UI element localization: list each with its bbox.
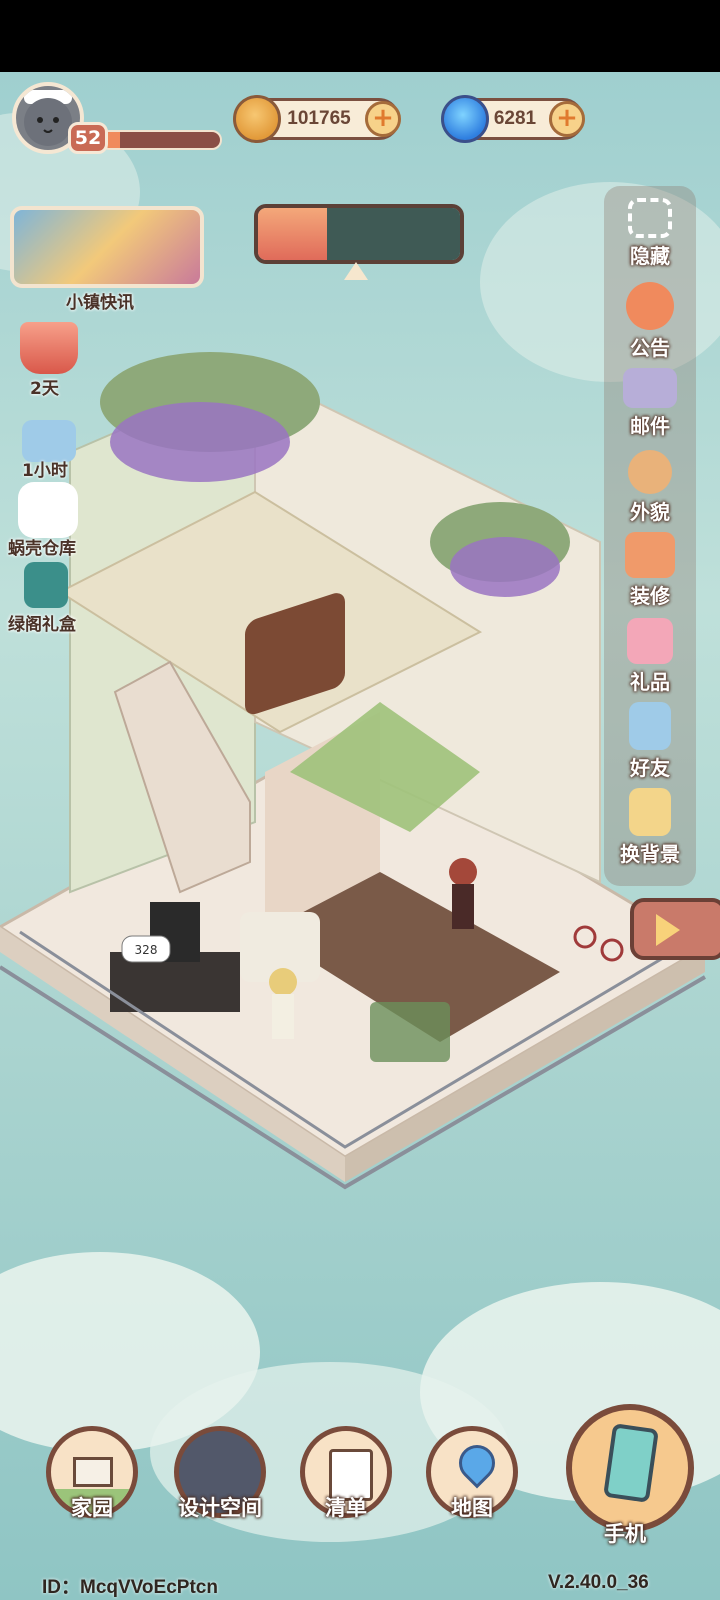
event2-timer: 1小时 <box>22 461 68 481</box>
nav-map-label: 地图 <box>451 1496 493 1520</box>
character-face-icon <box>628 450 672 494</box>
nav-list-label: 清单 <box>325 1496 367 1520</box>
hide-label: 隐藏 <box>630 244 670 268</box>
player-character <box>269 968 297 996</box>
coin-icon <box>233 95 281 143</box>
mail-label: 邮件 <box>630 414 670 438</box>
version-text: V.2.40.0_36 <box>548 1572 649 1593</box>
npc-character <box>449 858 477 886</box>
gem-counter: 6281 + <box>441 95 585 143</box>
background-change-icon <box>629 788 671 836</box>
friend-card-icon <box>629 702 671 750</box>
nav-home-label: 家园 <box>71 1496 113 1520</box>
gem-icon <box>441 95 489 143</box>
day-segment <box>258 208 327 260</box>
add-gems-button[interactable]: + <box>549 101 585 137</box>
announcement-button[interactable]: 公告 <box>604 282 696 361</box>
plant-tray <box>370 1002 450 1062</box>
decorate-label: 装修 <box>630 584 670 608</box>
xp-bar <box>100 130 222 150</box>
bubble-count: 328 <box>135 943 158 957</box>
change-background-label: 换背景 <box>620 842 680 866</box>
right-menu: 隐藏 公告 邮件 外貌 装修 礼品 好友 换背景 <box>604 186 696 886</box>
mail-envelope-icon <box>623 368 677 408</box>
snail-warehouse-icon[interactable] <box>18 482 78 538</box>
night-segment <box>326 208 460 260</box>
decorate-button[interactable]: 装修 <box>604 532 696 609</box>
nav-home[interactable]: 家园 <box>40 1426 144 1522</box>
level-badge: 52 <box>68 122 108 154</box>
green-giftbox-icon[interactable] <box>24 562 68 608</box>
house-wrench-icon <box>625 532 675 578</box>
change-background-button[interactable]: 换背景 <box>604 788 696 867</box>
appearance-button[interactable]: 外貌 <box>604 450 696 525</box>
add-coins-button[interactable]: + <box>365 101 401 137</box>
announcement-horn-icon <box>626 282 674 330</box>
nav-list[interactable]: 清单 <box>294 1426 398 1522</box>
player-id: ID：McqVVoEcPtcn <box>42 1577 218 1598</box>
town-news-label: 小镇快讯 <box>66 293 134 313</box>
giftbox-label: 绿阁礼盒 <box>8 615 76 635</box>
nav-design[interactable]: 设计空间 <box>160 1426 280 1522</box>
nav-phone[interactable] <box>566 1404 694 1532</box>
expand-panel-button[interactable] <box>630 898 720 960</box>
wisteria-flowers <box>110 402 290 482</box>
phone-icon <box>603 1423 659 1503</box>
warehouse-label: 蜗壳仓库 <box>8 539 76 559</box>
friends-label: 好友 <box>630 756 670 780</box>
coin-counter: 101765 + <box>233 95 401 143</box>
gift-label: 礼品 <box>630 670 670 694</box>
friends-button[interactable]: 好友 <box>604 702 696 781</box>
hide-frame-icon <box>628 198 672 238</box>
game-viewport[interactable]: 328 52 101765 + 6281 + 小镇快讯 2天 1小时 蜗壳仓库 <box>0 72 720 1600</box>
appearance-label: 外貌 <box>630 500 670 524</box>
npc-body <box>452 884 474 929</box>
nav-map[interactable]: 地图 <box>420 1426 524 1522</box>
hide-ui-button[interactable]: 隐藏 <box>604 198 696 269</box>
wisteria-flowers <box>450 537 560 597</box>
announcement-label: 公告 <box>630 336 670 360</box>
event-lantern-icon[interactable] <box>20 322 78 374</box>
player-body <box>272 994 294 1039</box>
time-indicator-arrow <box>344 262 368 280</box>
day-night-bar <box>254 204 464 264</box>
event1-timer: 2天 <box>30 379 59 399</box>
gift-button[interactable]: 礼品 <box>604 618 696 695</box>
nav-design-label: 设计空间 <box>178 1496 262 1520</box>
nav-phone-label: 手机 <box>604 1522 646 1546</box>
play-arrow-icon <box>656 914 680 946</box>
town-news-card[interactable] <box>10 206 204 288</box>
gift-box-icon <box>627 618 673 664</box>
mail-button[interactable]: 邮件 <box>604 368 696 439</box>
